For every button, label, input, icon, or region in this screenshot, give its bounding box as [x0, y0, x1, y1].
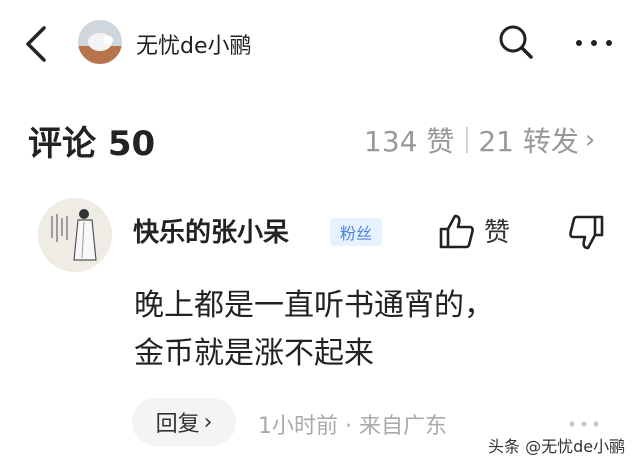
search-icon[interactable]: [496, 22, 536, 62]
author-name[interactable]: 无忧de小鹂: [136, 28, 252, 60]
commenter-avatar[interactable]: [38, 198, 112, 272]
chevron-right-icon: ›: [203, 409, 213, 435]
back-arrow-icon[interactable]: [22, 24, 52, 64]
post-stats: 134 赞 21 转发 ›: [364, 120, 595, 160]
comment-more-dots-icon[interactable]: [566, 415, 602, 427]
thumbs-up-icon[interactable]: [437, 212, 477, 252]
reply-button[interactable]: 回复 ›: [132, 398, 236, 446]
likes-count[interactable]: 134 赞: [364, 120, 454, 160]
author-avatar[interactable]: [78, 20, 122, 64]
thumbs-down-icon[interactable]: [566, 212, 606, 252]
fan-badge: 粉丝: [330, 218, 382, 246]
like-label[interactable]: 赞: [484, 212, 510, 249]
comments-count-title: 评论 50: [28, 124, 156, 164]
chevron-right-icon[interactable]: ›: [585, 125, 595, 155]
more-dots-icon[interactable]: [572, 28, 616, 58]
commenter-name[interactable]: 快乐的张小呆: [133, 212, 289, 249]
comment-text: 晚上都是一直听书通宵的， 金币就是涨不起来: [134, 282, 604, 378]
comment-time-location: 1小时前 · 来自广东: [258, 414, 447, 439]
watermark: 头条 @无忧de小鹂: [488, 437, 626, 456]
comment-text-line-2: 金币就是涨不起来: [134, 336, 374, 371]
comment-text-line-1: 晚上都是一直听书通宵的，: [134, 288, 494, 323]
stats-divider: [466, 127, 469, 153]
reply-label: 回复: [155, 412, 200, 437]
reposts-count[interactable]: 21 转发: [478, 120, 579, 160]
